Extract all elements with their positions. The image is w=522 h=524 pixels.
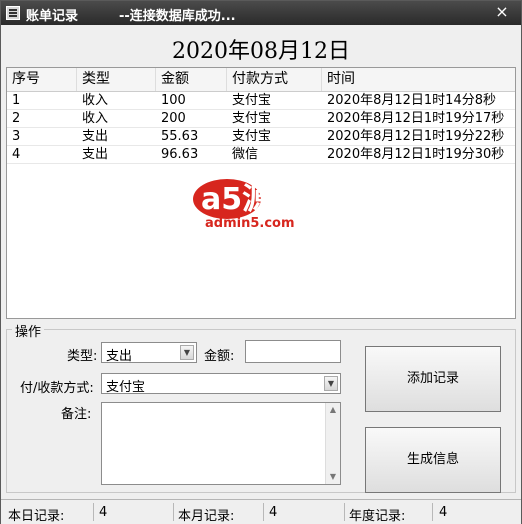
cell-type: 收入	[82, 93, 109, 108]
type-label: 类型:	[67, 349, 98, 364]
generate-info-button[interactable]: 生成信息	[365, 427, 501, 493]
title-bar[interactable]: 账单记录 --连接数据库成功... ×	[1, 1, 521, 25]
cell-payment: 支付宝	[232, 93, 272, 108]
status-separator	[93, 503, 94, 521]
note-textarea[interactable]: ▲ ▼	[101, 402, 341, 485]
table-row[interactable]: 4 支出 96.63 微信 2020年8月12日1时19分30秒	[7, 146, 515, 164]
cell-type: 支出	[82, 147, 109, 162]
close-icon[interactable]: ×	[493, 3, 511, 21]
column-header-index[interactable]: 序号	[7, 68, 77, 91]
a5-watermark-logo: a5源码 admin5.com	[193, 179, 302, 231]
cell-index: 3	[12, 129, 21, 144]
cell-type: 收入	[82, 111, 109, 126]
cell-amount: 100	[161, 93, 186, 108]
status-separator	[432, 503, 433, 521]
year-records-value: 4	[439, 505, 448, 520]
chevron-down-icon[interactable]: ▼	[180, 345, 194, 360]
year-records-label: 年度记录:	[349, 509, 406, 524]
payment-value: 支付宝	[106, 380, 146, 395]
table-row[interactable]: 2 收入 200 支付宝 2020年8月12日1时19分17秒	[7, 110, 515, 128]
today-records-label: 本日记录:	[8, 509, 65, 524]
logo-a5-text: a5源码	[201, 182, 302, 217]
amount-input[interactable]	[245, 340, 341, 363]
today-records-value: 4	[99, 505, 108, 520]
status-separator	[263, 503, 264, 521]
note-scrollbar[interactable]: ▲ ▼	[325, 403, 340, 484]
chevron-down-icon[interactable]: ▼	[324, 376, 338, 391]
type-select[interactable]: 支出 ▼	[101, 342, 197, 364]
app-icon	[6, 6, 20, 20]
cell-payment: 支付宝	[232, 129, 272, 144]
scroll-down-icon[interactable]: ▼	[326, 470, 340, 484]
cell-amount: 55.63	[161, 129, 199, 144]
cell-index: 4	[12, 147, 21, 162]
column-header-time[interactable]: 时间	[322, 68, 515, 91]
month-records-label: 本月记录:	[178, 509, 235, 524]
status-separator	[344, 503, 345, 521]
column-header-payment[interactable]: 付款方式	[227, 68, 322, 91]
cell-time: 2020年8月12日1时19分30秒	[327, 147, 505, 162]
logo-site-text: admin5.com	[205, 216, 295, 231]
connection-status: --连接数据库成功...	[119, 9, 236, 24]
amount-label: 金额:	[204, 349, 235, 364]
add-record-button[interactable]: 添加记录	[365, 346, 501, 412]
column-header-amount[interactable]: 金额	[156, 68, 227, 91]
status-bar: 本日记录: 4 本月记录: 4 年度记录: 4	[1, 499, 521, 524]
operation-group-title: 操作	[12, 321, 45, 340]
cell-payment: 微信	[232, 147, 259, 162]
cell-payment: 支付宝	[232, 111, 272, 126]
note-label: 备注:	[61, 407, 92, 422]
date-title: 2020年08月12日	[172, 39, 350, 64]
scroll-up-icon[interactable]: ▲	[326, 403, 340, 417]
month-records-value: 4	[269, 505, 278, 520]
table-row[interactable]: 3 支出 55.63 支付宝 2020年8月12日1时19分22秒	[7, 128, 515, 146]
cell-time: 2020年8月12日1时19分22秒	[327, 129, 505, 144]
cell-index: 1	[12, 93, 21, 108]
table-row[interactable]: 1 收入 100 支付宝 2020年8月12日1时14分8秒	[7, 92, 515, 110]
window-title: 账单记录	[26, 9, 79, 24]
type-value: 支出	[106, 349, 133, 364]
cell-amount: 96.63	[161, 147, 199, 162]
table-header: 序号 类型 金额 付款方式 时间	[7, 68, 515, 92]
cell-amount: 200	[161, 111, 186, 126]
cell-type: 支出	[82, 129, 109, 144]
payment-label: 付/收款方式:	[20, 381, 94, 396]
cell-index: 2	[12, 111, 21, 126]
cell-time: 2020年8月12日1时14分8秒	[327, 93, 496, 108]
status-separator	[173, 503, 174, 521]
payment-select[interactable]: 支付宝 ▼	[101, 373, 341, 395]
main-window: 账单记录 --连接数据库成功... × 2020年08月12日 序号 类型 金额…	[0, 0, 522, 524]
cell-time: 2020年8月12日1时19分17秒	[327, 111, 505, 126]
column-header-type[interactable]: 类型	[77, 68, 156, 91]
